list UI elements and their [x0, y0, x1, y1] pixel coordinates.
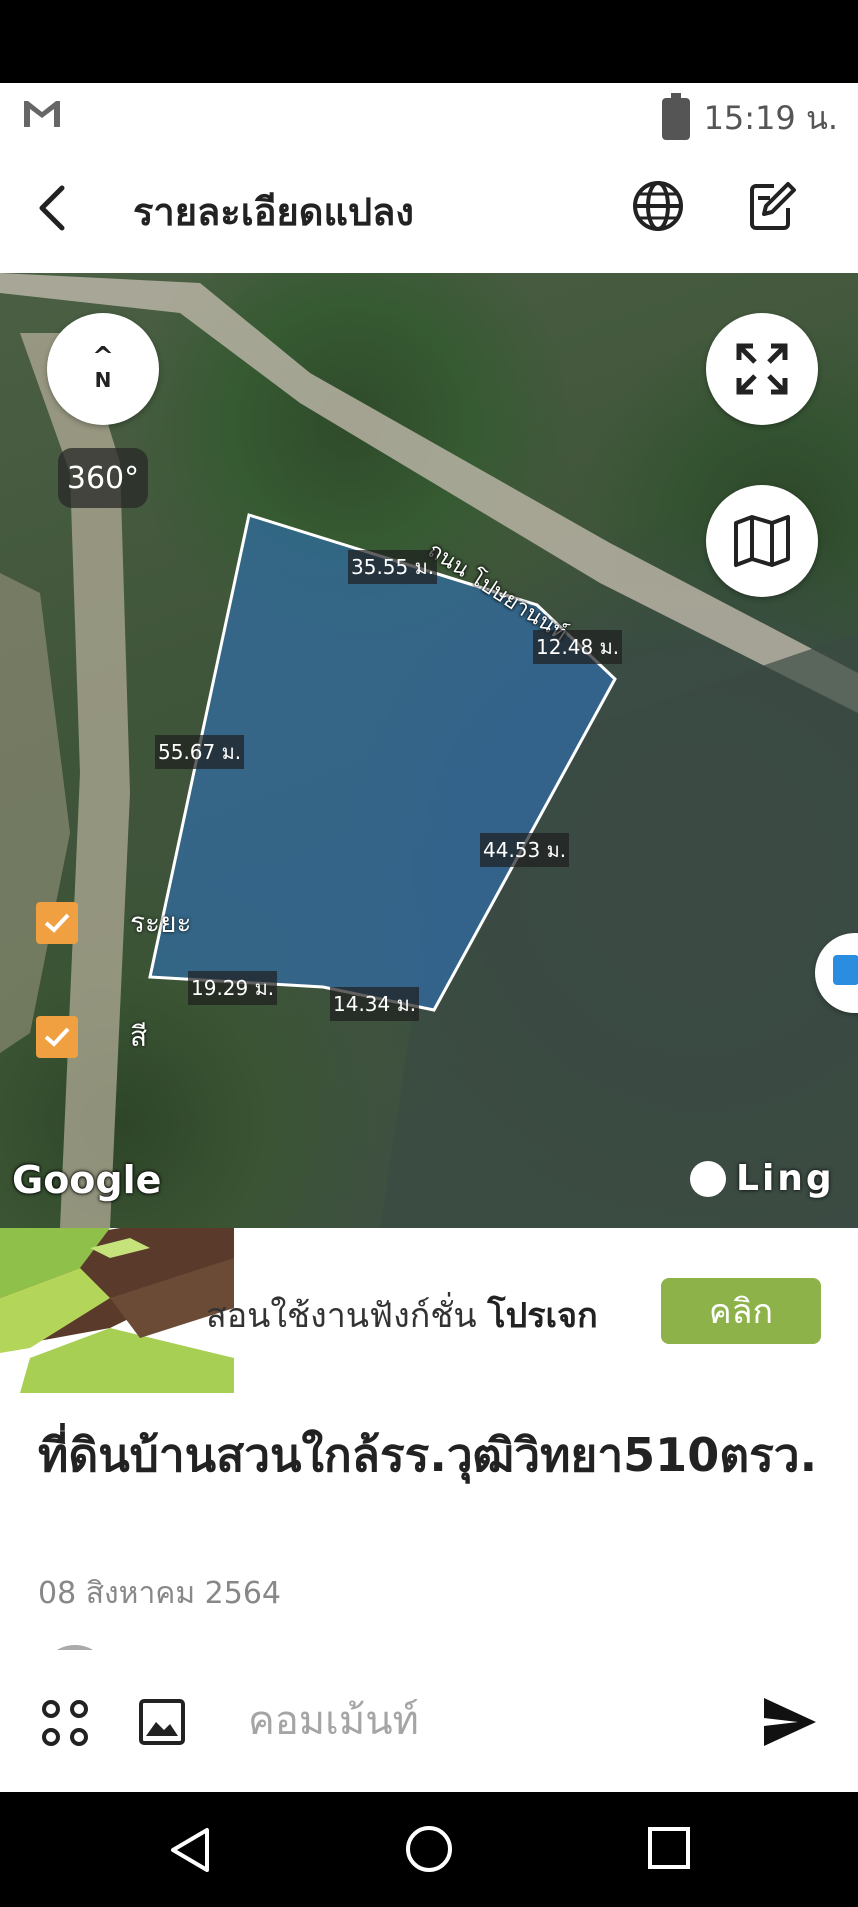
expand-icon	[736, 343, 788, 395]
apps-grid-icon[interactable]	[40, 1698, 90, 1748]
comment-bar	[0, 1650, 858, 1792]
battery-charging-icon	[661, 92, 690, 140]
check-icon	[44, 1027, 70, 1047]
banner-farm-art	[0, 1228, 234, 1393]
satellite-map[interactable]: ถนน โปษยานนท์ 35.55 ม. 12.48 ม. 55.67 ม.…	[0, 273, 858, 1228]
toggle-color[interactable]: สี	[36, 1015, 147, 1059]
check-icon	[44, 913, 70, 933]
toggle-distance-label: ระยะ	[130, 906, 192, 939]
toggle-distance[interactable]: ระยะ	[36, 901, 192, 945]
send-icon[interactable]	[762, 1696, 818, 1748]
dimension-bottom: 14.34 ม.	[330, 987, 420, 1021]
banner-click-button[interactable]: คลิก	[661, 1278, 821, 1344]
checkbox-color[interactable]	[36, 1016, 78, 1058]
status-bar: 15:19 น.	[0, 83, 858, 143]
map-icon	[734, 515, 790, 567]
compass-button[interactable]: ^ N	[47, 313, 159, 425]
view-360-button[interactable]: 360°	[58, 448, 148, 508]
fullscreen-button[interactable]	[706, 313, 818, 425]
app-bar: รายละเอียดแปลง	[0, 143, 858, 273]
google-logo: Google	[12, 1158, 162, 1202]
ling-logo: Ling	[690, 1158, 835, 1199]
banner-text-bold: โปรเจก	[487, 1296, 598, 1336]
post-title: ที่ดินบ้านสวนใกล้รร.วุฒิวิทยา510ตรว.	[38, 1428, 818, 1482]
dimension-top-right: 12.48 ม.	[533, 630, 623, 664]
checkbox-distance[interactable]	[36, 902, 78, 944]
dimension-top: 35.55 ม.	[348, 550, 438, 584]
dimension-right: 44.53 ม.	[480, 833, 570, 867]
system-nav-bar	[0, 1792, 858, 1907]
image-icon[interactable]	[138, 1698, 186, 1746]
gmail-icon	[24, 101, 60, 127]
back-arrow-icon[interactable]	[24, 178, 84, 238]
toggle-color-label: สี	[130, 1020, 148, 1053]
compass-arrow-icon: ^	[92, 342, 114, 372]
compass-north-label: N	[94, 368, 112, 392]
ling-logo-text: Ling	[736, 1158, 835, 1199]
nav-home-icon[interactable]	[404, 1824, 454, 1874]
dimension-bottom-left: 19.29 ม.	[188, 971, 278, 1005]
promo-banner[interactable]: สอนใช้งานฟังก์ชั่น โปรเจก คลิก	[0, 1228, 858, 1393]
edit-icon[interactable]	[744, 178, 800, 234]
comment-input[interactable]	[246, 1685, 730, 1757]
map-type-button[interactable]	[706, 485, 818, 597]
post-date: 08 สิงหาคม 2564	[38, 1576, 282, 1611]
nav-recent-icon[interactable]	[647, 1826, 691, 1870]
dimension-left: 55.67 ม.	[155, 735, 245, 769]
nav-back-icon[interactable]	[165, 1824, 217, 1876]
ling-face-icon	[690, 1160, 726, 1197]
top-black-band	[0, 0, 858, 83]
globe-icon[interactable]	[630, 178, 686, 234]
status-time: 15:19 น.	[703, 99, 838, 137]
banner-text: สอนใช้งานฟังก์ชั่น โปรเจก	[206, 1288, 598, 1342]
page-title: รายละเอียดแปลง	[133, 190, 414, 234]
banner-text-regular: สอนใช้งานฟังก์ชั่น	[206, 1296, 488, 1336]
